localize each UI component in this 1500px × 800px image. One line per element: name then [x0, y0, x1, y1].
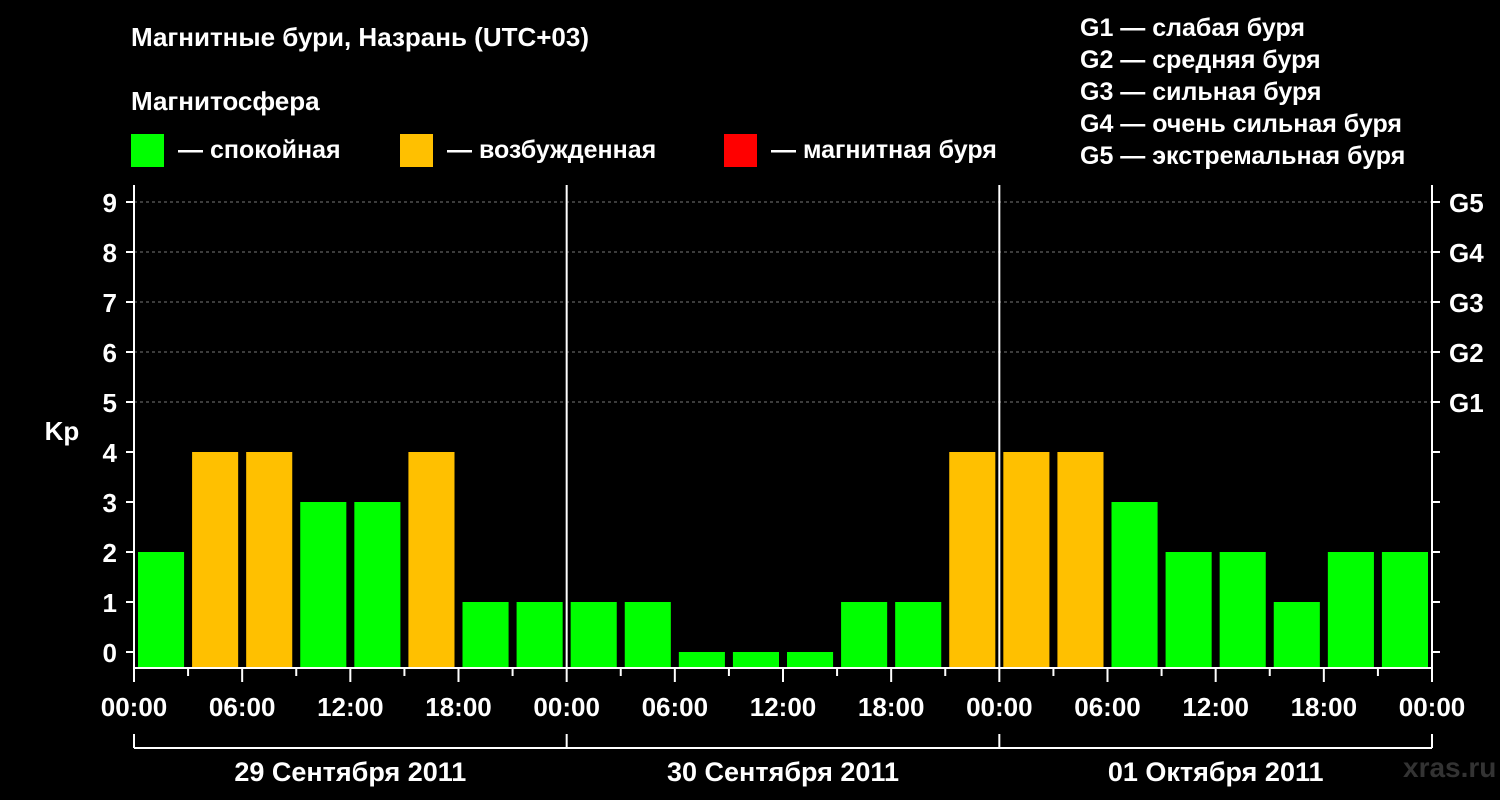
kp-bar-16 [1003, 452, 1050, 667]
g-tick-label-G2: G2 [1449, 338, 1484, 368]
kp-bar-chart: 0 1 2 3 4 5 6 7 8 9 G1 G2 G3 G4 G5 Kp 00:00 06:00 12:00 18:… [45, 185, 1484, 787]
kp-bar-11 [732, 652, 779, 667]
x-tick-label-7: 18:00 [858, 692, 925, 722]
kp-bar-17 [1057, 452, 1104, 667]
x-tick-label-6: 12:00 [750, 692, 817, 722]
x-tick-label-0: 00:00 [101, 692, 168, 722]
y-tick-label-3: 3 [103, 488, 117, 518]
x-tick-label-3: 18:00 [425, 692, 492, 722]
kp-bar-4 [354, 502, 401, 667]
g-tick-label-G3: G3 [1449, 288, 1484, 318]
kp-bar-19 [1165, 552, 1212, 667]
g-tick-label-G4: G4 [1449, 238, 1484, 268]
kp-bar-2 [246, 452, 293, 667]
x-tick-label-4: 00:00 [533, 692, 600, 722]
x-tick-label-2: 12:00 [317, 692, 384, 722]
y-tick-label-5: 5 [103, 388, 117, 418]
kp-bar-8 [570, 602, 617, 667]
day-label-0: 29 Сентября 2011 [234, 757, 466, 787]
x-tick-label-12: 00:00 [1399, 692, 1466, 722]
kp-bar-23 [1381, 552, 1428, 667]
watermark: xras.ru [1403, 752, 1497, 783]
day-label-2: 01 Октября 2011 [1108, 757, 1324, 787]
kp-bar-10 [678, 652, 725, 667]
y-tick-label-7: 7 [103, 288, 117, 318]
x-tick-label-9: 06:00 [1074, 692, 1141, 722]
kp-bar-22 [1327, 552, 1374, 667]
kp-bar-7 [516, 602, 563, 667]
x-tick-label-11: 18:00 [1291, 692, 1358, 722]
kp-bar-18 [1111, 502, 1158, 667]
kp-bar-1 [192, 452, 239, 667]
kp-bar-9 [624, 602, 671, 667]
y-tick-label-4: 4 [103, 438, 118, 468]
y-tick-label-9: 9 [103, 188, 117, 218]
kp-bar-20 [1219, 552, 1266, 667]
x-tick-label-8: 00:00 [966, 692, 1033, 722]
y-tick-label-2: 2 [103, 538, 117, 568]
y-axis-label: Kp [45, 416, 80, 446]
kp-bar-6 [462, 602, 509, 667]
kp-bar-21 [1273, 602, 1320, 667]
y-tick-label-8: 8 [103, 238, 117, 268]
kp-bar-12 [787, 652, 834, 667]
y-tick-label-0: 0 [103, 638, 117, 668]
kp-bar-0 [138, 552, 185, 667]
x-tick-label-1: 06:00 [209, 692, 276, 722]
g-tick-label-G5: G5 [1449, 188, 1484, 218]
y-tick-label-1: 1 [103, 588, 117, 618]
kp-bar-3 [300, 502, 347, 667]
x-tick-label-10: 12:00 [1182, 692, 1249, 722]
day-label-1: 30 Сентября 2011 [667, 757, 899, 787]
kp-bar-15 [949, 452, 996, 667]
kp-bar-5 [408, 452, 455, 667]
kp-bar-13 [841, 602, 888, 667]
x-tick-label-5: 06:00 [642, 692, 709, 722]
g-tick-label-G1: G1 [1449, 388, 1484, 418]
kp-bar-14 [895, 602, 942, 667]
y-tick-label-6: 6 [103, 338, 117, 368]
